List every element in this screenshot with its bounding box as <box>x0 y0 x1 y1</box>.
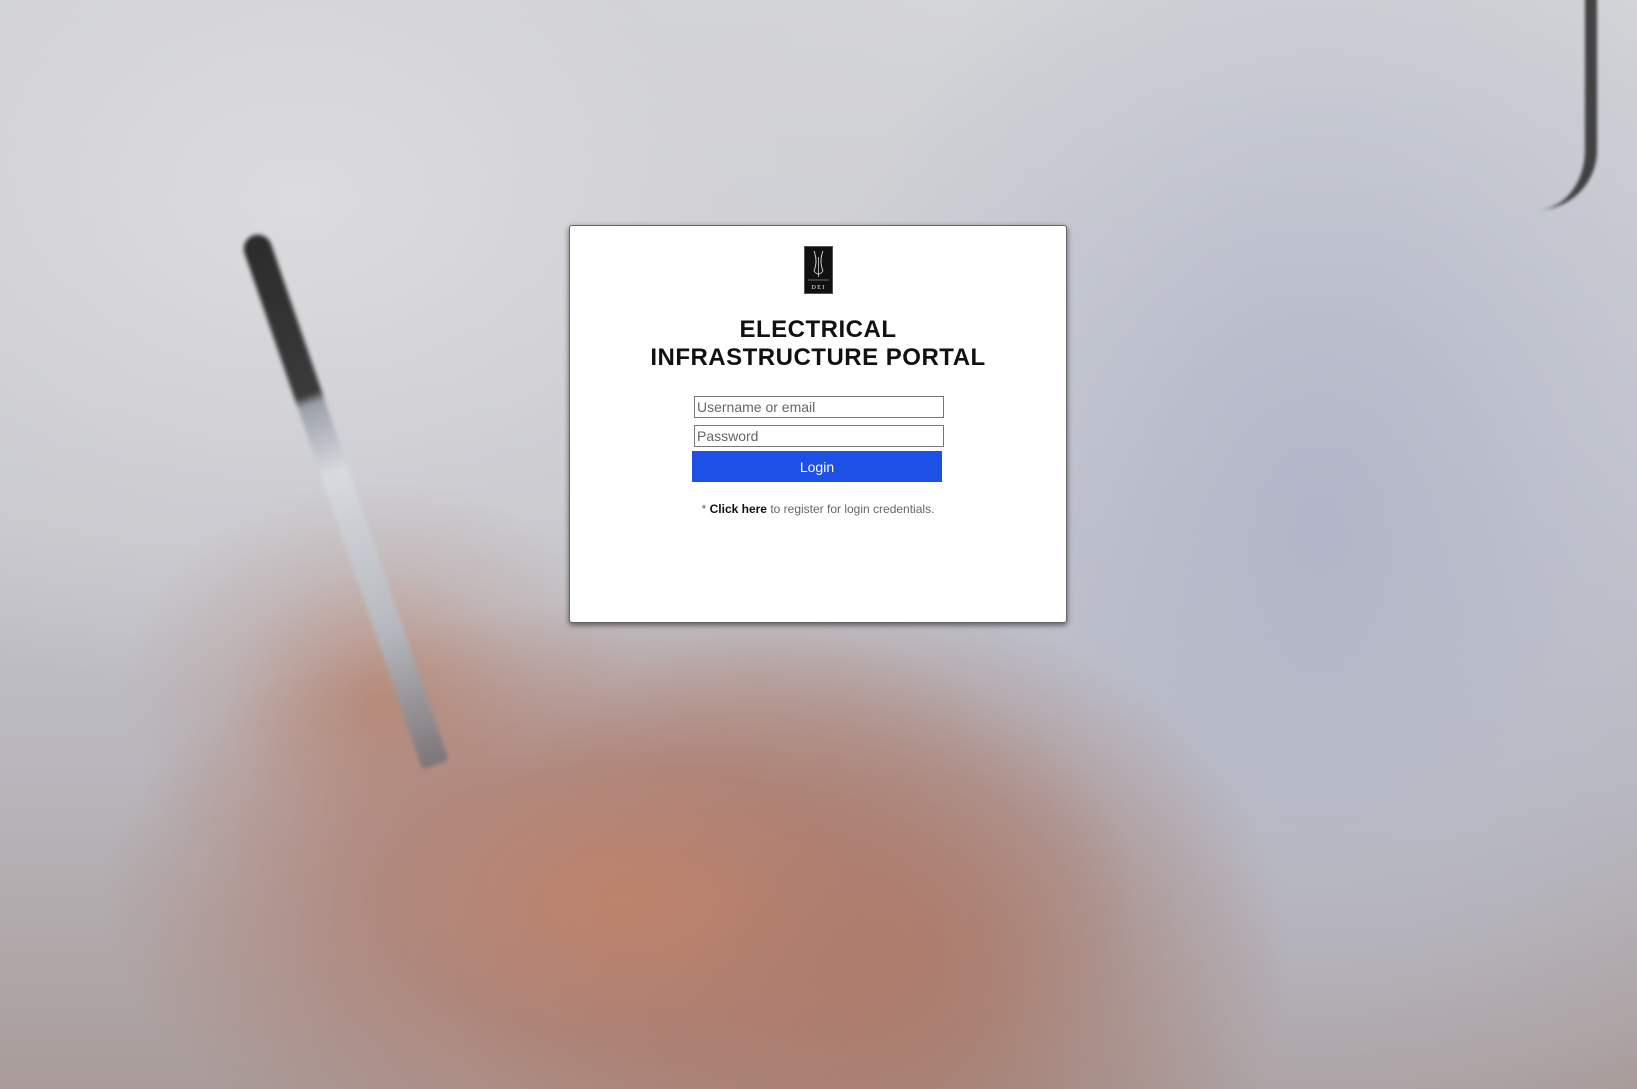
register-prefix: * <box>701 502 710 516</box>
background-stethoscope <box>1505 0 1597 210</box>
page-title: ELECTRICAL INFRASTRUCTURE PORTAL <box>650 316 986 371</box>
register-link[interactable]: Click here <box>710 502 767 516</box>
register-note: * Click here to register for login crede… <box>570 502 1066 516</box>
login-card: DEI ELECTRICAL INFRASTRUCTURE PORTAL Log… <box>569 225 1067 623</box>
company-logo: DEI <box>804 246 833 294</box>
logo-lettering: DEI <box>811 284 825 291</box>
background-pen <box>240 230 449 770</box>
login-button[interactable]: Login <box>692 451 942 482</box>
username-input[interactable] <box>694 396 944 418</box>
password-input[interactable] <box>694 425 944 447</box>
register-suffix: to register for login credentials. <box>766 502 935 516</box>
logo-emblem-icon: DEI <box>808 250 829 291</box>
